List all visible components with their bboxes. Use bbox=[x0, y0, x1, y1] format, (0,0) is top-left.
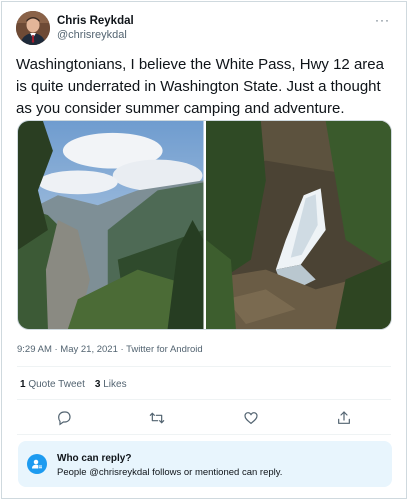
quote-tweets-stat[interactable]: 1 Quote Tweet bbox=[20, 379, 85, 390]
quote-label: Quote Tweet bbox=[28, 379, 85, 390]
reply-restriction-notice: Who can reply? People @chrisreykdal foll… bbox=[18, 441, 392, 487]
author-names: Chris Reykdal @chrisreykdal bbox=[57, 14, 134, 42]
display-name[interactable]: Chris Reykdal bbox=[57, 14, 134, 28]
more-options-icon[interactable]: ··· bbox=[375, 13, 390, 27]
reply-settings-title: Who can reply? bbox=[57, 453, 132, 464]
tweet-text: Washingtonians, I believe the White Pass… bbox=[16, 56, 384, 117]
reply-icon[interactable] bbox=[52, 406, 76, 430]
waterfall-photo[interactable] bbox=[205, 121, 391, 329]
divider bbox=[17, 399, 391, 400]
mountain-valley-photo[interactable] bbox=[18, 121, 204, 329]
tweet-actions bbox=[17, 406, 391, 430]
reply-settings-description: People @chrisreykdal follows or mentione… bbox=[57, 467, 283, 478]
divider bbox=[17, 366, 391, 367]
quote-count: 1 bbox=[20, 379, 26, 390]
like-icon[interactable] bbox=[239, 406, 263, 430]
tweet-header: Chris Reykdal @chrisreykdal ··· bbox=[16, 11, 394, 51]
tweet-media bbox=[17, 120, 392, 330]
retweet-icon[interactable] bbox=[145, 406, 169, 430]
tweet-stats: 1 Quote Tweet 3 Likes bbox=[20, 379, 127, 390]
tweet-card: Chris Reykdal @chrisreykdal ··· Washingt… bbox=[1, 1, 407, 499]
share-icon[interactable] bbox=[332, 406, 356, 430]
avatar[interactable] bbox=[16, 11, 50, 45]
user-reply-icon bbox=[27, 454, 47, 474]
divider bbox=[17, 434, 391, 435]
like-label: Likes bbox=[103, 379, 127, 390]
user-handle[interactable]: @chrisreykdal bbox=[57, 28, 134, 42]
likes-stat[interactable]: 3 Likes bbox=[95, 379, 127, 390]
tweet-timestamp[interactable]: 9:29 AM · May 21, 2021 · Twitter for And… bbox=[17, 344, 203, 355]
like-count: 3 bbox=[94, 379, 101, 390]
